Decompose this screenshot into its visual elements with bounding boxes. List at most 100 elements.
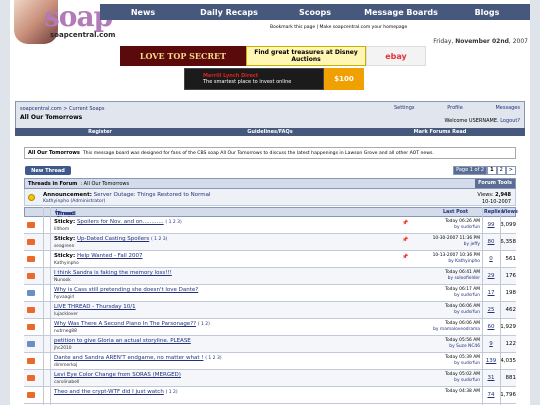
last-post-author[interactable]: by Kathyinpho bbox=[448, 259, 480, 264]
thread-title-line: Why Was There A Second Piano In The Pars… bbox=[54, 321, 210, 327]
last-post-date: Today 05:39 AM bbox=[445, 355, 480, 360]
breadcrumb[interactable]: soapcentral.com > Current Soaps bbox=[20, 106, 104, 112]
thread-row[interactable]: Why is Cass still pretending she doesn't… bbox=[24, 285, 516, 302]
last-post-author[interactable]: by Suze NC46 bbox=[449, 344, 480, 349]
register-link[interactable]: Register bbox=[15, 129, 185, 135]
last-post-author[interactable]: by sudsrfun bbox=[454, 225, 480, 230]
last-post-author[interactable]: by sudsrfun bbox=[454, 361, 480, 366]
thread-row[interactable]: petition to give Gloria an actual storyl… bbox=[24, 336, 516, 353]
col-views[interactable]: Views bbox=[502, 210, 518, 215]
thread-title[interactable]: LIVE THREAD - Thursday 10/1 bbox=[54, 304, 136, 310]
mark-forums-read-link[interactable]: Mark Forums Read bbox=[355, 129, 525, 135]
announcement-title[interactable]: Server Outage: Things Restored to Normal bbox=[94, 192, 211, 198]
thread-pages[interactable]: ( 1 2 3) bbox=[151, 237, 167, 242]
folder-icon bbox=[27, 290, 35, 296]
description-text: This message board was designed for fans… bbox=[82, 150, 434, 156]
page-next-arrow[interactable]: > bbox=[505, 166, 516, 175]
reply-count[interactable]: 60 bbox=[484, 324, 498, 330]
ad-love-top-secret[interactable]: LOVE TOP SECRET bbox=[120, 46, 246, 66]
thread-pages[interactable]: ( 1 2) bbox=[166, 390, 178, 395]
thread-row[interactable]: Sticky: Help Wanted - Fall 2007 Kathyinp… bbox=[24, 251, 516, 268]
thread-title[interactable]: Levi Eye Color Change from SORAS (MERGED… bbox=[54, 372, 181, 378]
thread-starter[interactable]: hyvaagirl bbox=[54, 295, 74, 300]
thread-title[interactable]: Spoilers for Nov. and on............ bbox=[77, 219, 164, 225]
thread-row[interactable]: Levi Eye Color Change from SORAS (MERGED… bbox=[24, 370, 516, 387]
site-logo[interactable]: soap soapcentral.com bbox=[10, 0, 115, 46]
last-post-author[interactable]: by sudsrfun bbox=[454, 293, 480, 298]
thread-title-line: Theo and the crypt-WTF did I just watch … bbox=[54, 389, 178, 395]
announcement-icon bbox=[28, 194, 35, 201]
col-thread[interactable]: Thread / Thread Starter bbox=[55, 210, 76, 222]
thread-pages[interactable]: ( 1 2) bbox=[198, 322, 210, 327]
thread-row[interactable]: Why Was There A Second Piano In The Pars… bbox=[24, 319, 516, 336]
new-thread-button[interactable]: New Thread bbox=[25, 166, 71, 175]
thread-starter[interactable]: seagreen bbox=[54, 244, 74, 249]
reply-count[interactable]: 99 bbox=[484, 222, 498, 228]
thread-row[interactable]: Sticky: Up-Dated Casting Spoilers ( 1 2 … bbox=[24, 234, 516, 251]
last-post-date: Today 06:06 AM bbox=[445, 321, 480, 326]
messages-link[interactable]: Messages bbox=[495, 105, 520, 111]
page-next-number[interactable]: 2 bbox=[496, 166, 506, 175]
logout-link[interactable]: Logout? bbox=[500, 118, 520, 124]
reply-count[interactable]: 31 bbox=[484, 375, 498, 381]
bookmark-links[interactable]: Bookmark this page | Make soapcentral.co… bbox=[270, 25, 407, 30]
last-post-author[interactable]: by soloofielder bbox=[448, 276, 480, 281]
reply-count[interactable]: 139 bbox=[484, 358, 498, 364]
reply-count[interactable]: 17 bbox=[484, 290, 498, 296]
thread-pages[interactable]: ( 1 2 3) bbox=[205, 356, 221, 361]
announcement-author[interactable]: Kathyinpho (Administrator) bbox=[43, 199, 105, 204]
ad-merrill-lynch[interactable]: Merrill Lynch Direct The smartest place … bbox=[184, 68, 324, 90]
col-last-post[interactable]: Last Post bbox=[443, 210, 468, 215]
settings-link[interactable]: Settings bbox=[394, 105, 415, 111]
thread-row[interactable]: Sticky: Spoilers for Nov. and on........… bbox=[24, 217, 516, 234]
thread-starter[interactable]: dimmerkoj bbox=[54, 363, 77, 368]
thread-row[interactable]: LIVE THREAD - Thursday 10/1 lujacklover T… bbox=[24, 302, 516, 319]
ad-ebay[interactable]: ebay bbox=[366, 46, 426, 66]
last-post-author[interactable]: by jeffy bbox=[464, 242, 480, 247]
last-post-author[interactable]: by sudsrfun bbox=[454, 310, 480, 315]
column-divider bbox=[50, 207, 51, 405]
nav-scoops[interactable]: Scoops bbox=[272, 8, 358, 17]
thread-title[interactable]: petition to give Gloria an actual storyl… bbox=[54, 338, 191, 344]
last-post-author[interactable]: by sudsrfun bbox=[454, 378, 480, 383]
ad-disney-auctions[interactable]: Find great treasures at Disney Auctions bbox=[246, 46, 366, 66]
guidelines-link[interactable]: Guidelines/FAQs bbox=[185, 129, 355, 135]
thread-starter[interactable]: carolinabell bbox=[54, 380, 79, 385]
thread-row[interactable]: Dante and Sandra AREN'T endgame, no matt… bbox=[24, 353, 516, 370]
last-post-date: Today 04:38 AM bbox=[445, 389, 480, 394]
last-post-date: Today 05:02 AM bbox=[445, 372, 480, 377]
view-count: 176 bbox=[505, 273, 517, 279]
thread-pages[interactable]: ( 1 2 3) bbox=[165, 220, 181, 225]
thread-starter[interactable]: Nunook bbox=[54, 278, 71, 283]
profile-link[interactable]: Profile bbox=[447, 105, 463, 111]
thread-title[interactable]: Help Wanted - Fall 2007 bbox=[77, 253, 143, 259]
reply-count[interactable]: 80 bbox=[484, 239, 498, 245]
thread-row[interactable]: Theo and the crypt-WTF did I just watch … bbox=[24, 387, 516, 404]
nav-daily-recaps[interactable]: Daily Recaps bbox=[186, 8, 272, 17]
nav-news[interactable]: News bbox=[100, 8, 186, 17]
nav-message-boards[interactable]: Message Boards bbox=[358, 8, 444, 17]
last-post-date: Today 06:17 AM bbox=[445, 287, 480, 292]
reply-count[interactable]: 25 bbox=[484, 307, 498, 313]
forum-tools-button[interactable]: Forum Tools bbox=[475, 179, 515, 188]
reply-count[interactable]: 29 bbox=[484, 273, 498, 279]
thread-starter[interactable]: lilthom bbox=[54, 227, 69, 232]
thread-starter[interactable]: Kathyinpho bbox=[54, 261, 79, 266]
thread-title[interactable]: Dante and Sandra AREN'T endgame, no matt… bbox=[54, 355, 203, 361]
thread-starter[interactable]: lujacklover bbox=[54, 312, 78, 317]
ad-100-dollars[interactable]: $100 bbox=[324, 68, 364, 90]
thread-title[interactable]: Theo and the crypt-WTF did I just watch bbox=[54, 389, 164, 395]
thread-row[interactable]: I think Sandra is faking the memory loss… bbox=[24, 268, 516, 285]
thread-title[interactable]: I think Sandra is faking the memory loss… bbox=[54, 270, 172, 276]
thread-title[interactable]: Up-Dated Casting Spoilers bbox=[77, 236, 149, 242]
reply-count[interactable]: 9 bbox=[484, 341, 498, 347]
reply-count[interactable]: 0 bbox=[484, 256, 498, 262]
thread-title[interactable]: Why is Cass still pretending she doesn't… bbox=[54, 287, 198, 293]
last-post-author[interactable]: by mamaloveodrama bbox=[433, 327, 480, 332]
thread-starter[interactable]: jhc2010 bbox=[54, 346, 72, 351]
thread-starter[interactable]: nutrneg88 bbox=[54, 329, 77, 334]
thread-title[interactable]: Why Was There A Second Piano In The Pars… bbox=[54, 321, 196, 327]
reply-count[interactable]: 74 bbox=[484, 392, 498, 398]
nav-blogs[interactable]: Blogs bbox=[444, 8, 530, 17]
last-post: Today 06:17 AM by sudsrfun bbox=[408, 287, 480, 299]
